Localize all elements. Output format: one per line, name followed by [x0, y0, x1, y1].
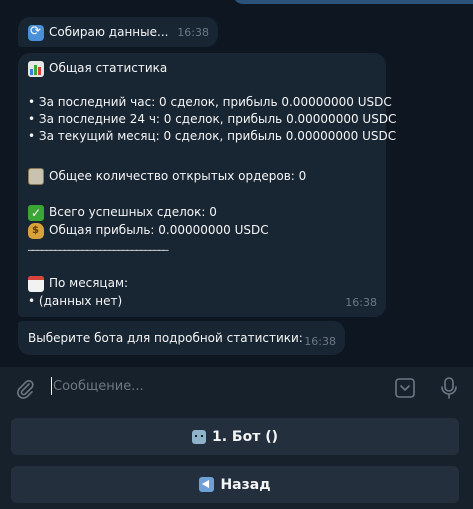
microphone-icon[interactable] — [438, 376, 460, 400]
robot-icon — [191, 429, 206, 444]
message-time: 16:38 — [177, 26, 209, 39]
back-button-label: Назад — [220, 476, 271, 493]
stats-line-text: • За последние 24 ч: 0 сделок, прибыль 0… — [28, 112, 397, 126]
stats-line-day: • За последние 24 ч: 0 сделок, прибыль 0… — [28, 111, 396, 128]
successful-trades-text: Всего успешных сделок: 0 — [49, 205, 217, 219]
message-text: Собираю данные... — [49, 25, 169, 39]
total-profit-line: Общая прибыль: 0.00000000 USDC — [28, 222, 269, 239]
message-bubble-choose-bot: Выберите бота для подробной статистики: … — [18, 321, 345, 355]
successful-trades-line: Всего успешных сделок: 0 — [28, 204, 217, 221]
outgoing-message-bubble — [233, 0, 473, 4]
message-bubble-statistics: Общая статистика • За последний час: 0 с… — [18, 53, 396, 317]
message-input[interactable]: Сообщение... — [53, 379, 144, 394]
message-time: 16:38 — [345, 296, 377, 309]
no-data-text: • (данных нет) — [28, 294, 123, 308]
by-month-text: По месяцам: — [49, 276, 129, 290]
check-mark-icon — [28, 204, 44, 221]
message-composer: Сообщение... — [0, 367, 473, 409]
message-line: Выберите бота для подробной статистики: — [28, 330, 303, 347]
divider-line: _______________________________ — [28, 239, 168, 251]
paperclip-icon[interactable] — [14, 378, 36, 400]
open-orders-text: Общее количество открытых ордеров: 0 — [49, 169, 307, 183]
bot-1-button[interactable]: 1. Бот () — [11, 418, 459, 455]
back-button[interactable]: Назад — [11, 466, 459, 503]
no-data-line: • (данных нет) — [28, 293, 122, 310]
message-text: Выберите бота для подробной статистики: — [28, 331, 303, 345]
back-arrow-icon — [199, 477, 215, 492]
calendar-icon — [28, 275, 44, 292]
bot-1-button-label: 1. Бот () — [211, 428, 278, 445]
keyboard-toggle-icon[interactable] — [394, 377, 416, 399]
message-bubble-collecting: Собираю данные... 16:38 — [18, 17, 218, 47]
text-caret — [51, 377, 52, 395]
stats-title: Общая статистика — [49, 61, 168, 75]
money-bag-icon — [28, 222, 44, 239]
by-month-line: По месяцам: — [28, 275, 128, 292]
stats-line-text: • За текущий месяц: 0 сделок, прибыль 0.… — [28, 129, 397, 143]
stats-title-line: Общая статистика — [28, 60, 167, 77]
bar-chart-icon — [28, 60, 44, 77]
stats-line-hour: • За последний час: 0 сделок, прибыль 0.… — [28, 94, 392, 111]
open-orders-line: Общее количество открытых ордеров: 0 — [28, 168, 306, 185]
total-profit-text: Общая прибыль: 0.00000000 USDC — [49, 223, 269, 237]
message-line: Собираю данные... — [28, 24, 168, 41]
chat-area: Собираю данные... 16:38 Общая статистика… — [0, 0, 473, 367]
reply-keyboard: 1. Бот () Назад — [0, 409, 473, 509]
clipboard-icon — [28, 168, 44, 185]
stats-line-text: • За последний час: 0 сделок, прибыль 0.… — [28, 95, 392, 109]
divider-text: _______________________________ — [28, 238, 168, 251]
refresh-icon — [28, 24, 44, 41]
message-time: 16:38 — [304, 335, 336, 348]
stats-line-month: • За текущий месяц: 0 сделок, прибыль 0.… — [28, 128, 396, 145]
